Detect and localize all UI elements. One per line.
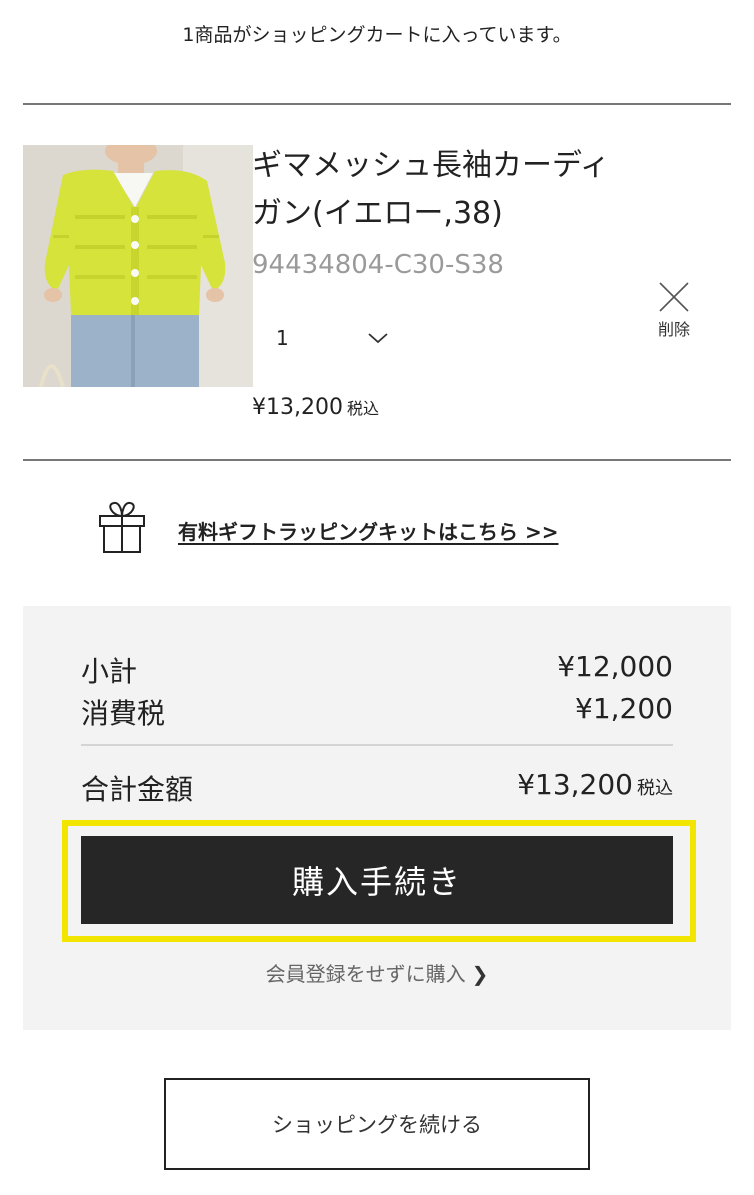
remove-item-button[interactable]: 削除 (650, 280, 698, 344)
quantity-select[interactable]: 1 (262, 318, 402, 358)
subtotal-value: ¥12,000 (557, 650, 673, 683)
total-label: 合計金額 (81, 773, 194, 806)
divider-top (23, 103, 731, 105)
chevron-down-icon (368, 333, 388, 344)
checkout-button[interactable]: 購入手続き (81, 836, 673, 924)
tax-label: 消費税 (81, 697, 166, 730)
tax-value: ¥1,200 (575, 692, 673, 725)
product-sku: 94434804-C30-S38 (252, 250, 504, 280)
chevron-right-icon: ❯ (471, 962, 489, 986)
continue-shopping-button[interactable]: ショッピングを続ける (164, 1078, 590, 1170)
gift-wrapping-link[interactable]: 有料ギフトラッピングキットはこちら >> (178, 516, 558, 545)
guest-checkout-link[interactable]: 会員登録をせずに購入 ❯ (23, 958, 731, 987)
product-price-value: ¥13,200 (252, 395, 343, 420)
summary-divider (81, 744, 673, 746)
total-value: ¥13,200 (517, 768, 633, 801)
cart-count-message: 1商品がショッピングカートに入っています。 (182, 24, 572, 46)
subtotal-label: 小計 (81, 655, 138, 688)
product-name[interactable]: ギマメッシュ長袖カーディガン(イエロー,38) (252, 142, 632, 238)
product-image[interactable] (23, 145, 253, 387)
guest-checkout-label: 会員登録をせずに購入 (265, 962, 466, 986)
quantity-value: 1 (276, 326, 289, 350)
order-summary: 小計 ¥12,000 消費税 ¥1,200 合計金額 ¥13,200 税込 購入手… (23, 606, 731, 1030)
product-tax-included: 税込 (346, 399, 379, 418)
total-tax-included: 税込 (637, 778, 673, 799)
close-icon (659, 282, 689, 312)
remove-label: 削除 (657, 320, 690, 339)
gift-icon (99, 501, 145, 553)
total-value-wrap: ¥13,200 税込 (517, 768, 673, 801)
product-price: ¥13,200 税込 (252, 395, 379, 420)
product-photo (23, 145, 253, 387)
divider-bottom (23, 459, 731, 461)
